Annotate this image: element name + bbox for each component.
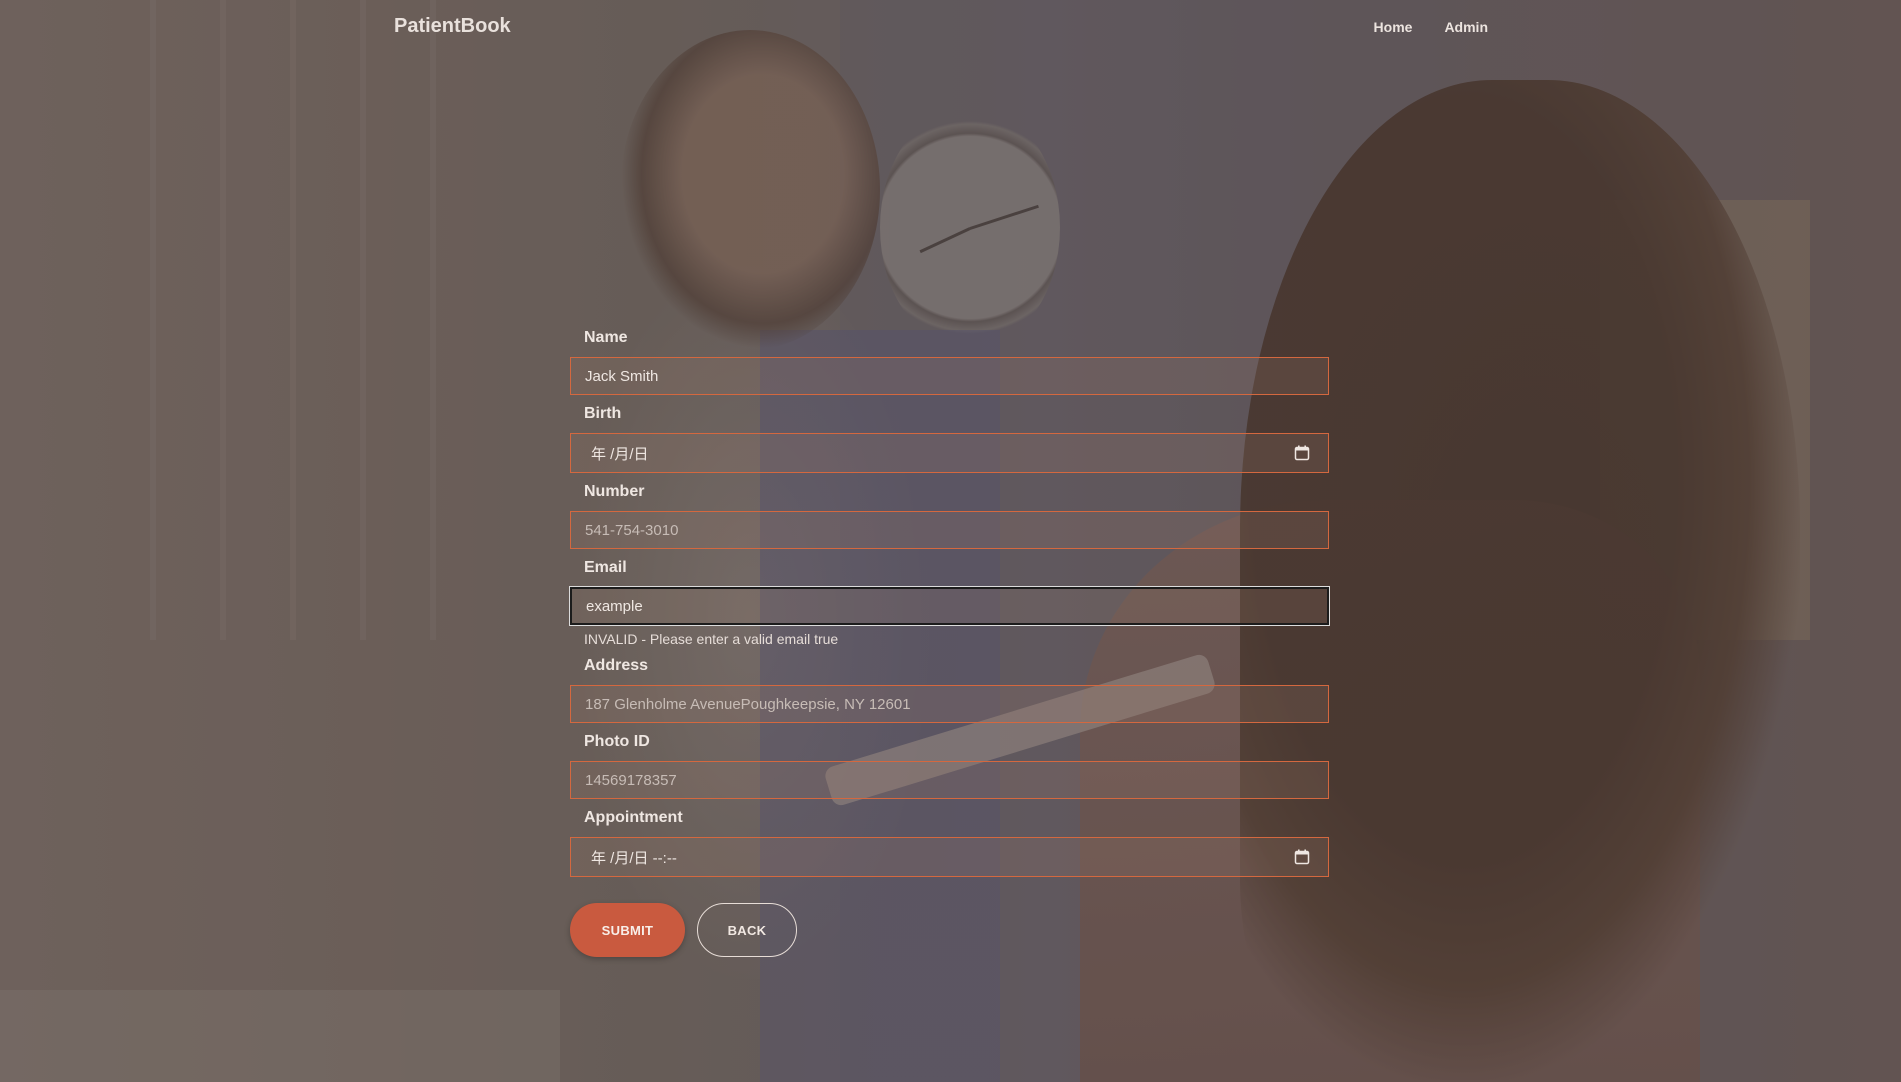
number-group: Number 541-754-3010 — [570, 481, 1329, 549]
form-actions: SUBMIT BACK — [570, 903, 1329, 957]
number-input[interactable]: 541-754-3010 — [570, 511, 1329, 549]
appointment-value: 年 /月/日 --:-- — [591, 849, 677, 867]
name-input[interactable]: Jack Smith — [570, 357, 1329, 395]
appointment-group: Appointment 年 /月/日 --:-- — [570, 807, 1329, 877]
email-error-message: INVALID - Please enter a valid email tru… — [584, 631, 839, 647]
nav-home-link[interactable]: Home — [1374, 19, 1413, 35]
submit-button[interactable]: SUBMIT — [570, 903, 685, 957]
birth-group: Birth 年 /月/日 — [570, 403, 1329, 473]
email-input[interactable]: example — [570, 587, 1329, 625]
number-label: Number — [584, 483, 645, 500]
appointment-datetime-input[interactable]: 年 /月/日 --:-- — [570, 837, 1329, 877]
birth-label: Birth — [584, 405, 622, 422]
patient-form: Name Jack Smith Birth 年 /月/日 Number 541-… — [570, 327, 1329, 957]
appointment-label: Appointment — [584, 809, 683, 826]
calendar-icon[interactable] — [1294, 445, 1310, 461]
address-label: Address — [584, 657, 649, 674]
top-nav: Home Admin — [1374, 19, 1488, 35]
email-group: Email example INVALID - Please enter a v… — [570, 557, 1329, 647]
nav-admin-link[interactable]: Admin — [1444, 19, 1488, 35]
photo-id-group: Photo ID 14569178357 — [570, 731, 1329, 799]
email-label: Email — [584, 559, 627, 576]
address-group: Address 187 Glenholme AvenuePoughkeepsie… — [570, 655, 1329, 723]
name-label: Name — [584, 329, 628, 346]
calendar-icon[interactable] — [1294, 849, 1310, 865]
birth-date-value: 年 /月/日 — [591, 445, 649, 463]
address-input[interactable]: 187 Glenholme AvenuePoughkeepsie, NY 126… — [570, 685, 1329, 723]
brand-logo[interactable]: PatientBook — [394, 15, 511, 38]
name-group: Name Jack Smith — [570, 327, 1329, 395]
birth-date-input[interactable]: 年 /月/日 — [570, 433, 1329, 473]
photo-id-input[interactable]: 14569178357 — [570, 761, 1329, 799]
photo-id-label: Photo ID — [584, 733, 650, 750]
back-button[interactable]: BACK — [697, 903, 797, 957]
